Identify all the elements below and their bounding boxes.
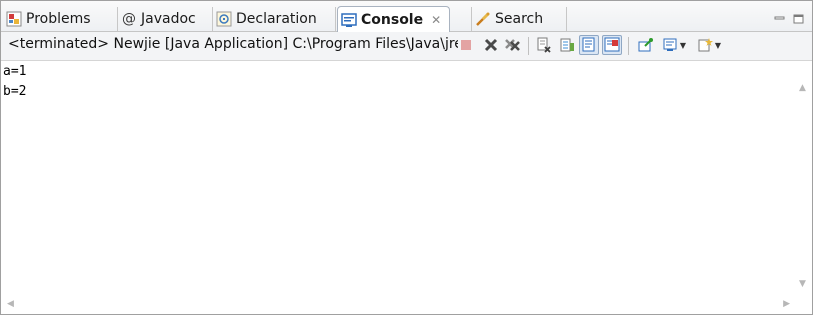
console-output[interactable]: a=1 b=2 bbox=[1, 61, 812, 293]
view-window-controls bbox=[774, 9, 804, 24]
open-console-button[interactable]: ▼ bbox=[694, 35, 724, 55]
console-view: Problems @ Javadoc Declaration Console ✕… bbox=[0, 0, 813, 315]
remove-all-icon bbox=[505, 39, 520, 51]
declaration-icon bbox=[216, 11, 232, 27]
pin-console-icon bbox=[638, 38, 653, 52]
stop-icon bbox=[461, 40, 471, 50]
clear-console-button[interactable] bbox=[534, 35, 554, 55]
remove-all-terminated-button[interactable] bbox=[503, 35, 523, 55]
vertical-scrollbar[interactable]: ▲ ▼ bbox=[795, 61, 812, 293]
word-wrap-button[interactable] bbox=[579, 35, 599, 55]
remove-launch-button[interactable] bbox=[481, 35, 501, 55]
toolbar-separator bbox=[528, 37, 529, 55]
scroll-right-icon[interactable]: ▶ bbox=[783, 299, 790, 309]
tab-label: Problems bbox=[26, 11, 91, 27]
display-console-icon bbox=[663, 38, 677, 51]
scroll-lock-button[interactable] bbox=[557, 35, 577, 55]
console-toolbar: <terminated> Newjie [Java Application] C… bbox=[1, 32, 812, 61]
scrollbar-corner bbox=[795, 294, 812, 314]
at-icon: @ bbox=[122, 11, 136, 27]
maximize-icon[interactable] bbox=[793, 9, 804, 24]
word-wrap-icon bbox=[582, 37, 595, 52]
console-icon bbox=[341, 12, 357, 28]
show-console-on-error-button[interactable] bbox=[602, 35, 622, 55]
tab-label: Javadoc bbox=[141, 11, 196, 27]
new-console-icon bbox=[698, 38, 713, 52]
close-icon[interactable]: ✕ bbox=[431, 13, 441, 27]
chevron-down-icon[interactable]: ▼ bbox=[680, 41, 686, 50]
problems-icon bbox=[6, 11, 22, 27]
remove-x-icon bbox=[484, 38, 498, 52]
search-icon bbox=[475, 11, 491, 27]
process-status-label: <terminated> Newjie [Java Application] C… bbox=[8, 36, 458, 52]
console-line: b=2 bbox=[3, 84, 27, 99]
scroll-down-icon[interactable]: ▼ bbox=[799, 279, 806, 289]
terminate-button[interactable] bbox=[456, 35, 476, 55]
scroll-up-icon[interactable]: ▲ bbox=[799, 83, 806, 93]
scroll-left-icon[interactable]: ◀ bbox=[7, 299, 14, 309]
pin-console-button[interactable] bbox=[636, 35, 656, 55]
display-selected-console-button[interactable]: ▼ bbox=[660, 35, 688, 55]
console-line: a=1 bbox=[3, 64, 27, 79]
tab-label: Console bbox=[361, 11, 424, 28]
tab-search[interactable]: Search bbox=[471, 7, 567, 31]
tab-label: Declaration bbox=[236, 11, 317, 27]
tab-label: Search bbox=[495, 11, 544, 27]
tab-console[interactable]: Console ✕ bbox=[337, 6, 450, 32]
view-tab-bar: Problems @ Javadoc Declaration Console ✕… bbox=[1, 1, 812, 32]
console-error-icon bbox=[604, 37, 620, 52]
horizontal-scrollbar[interactable]: ◀ ▶ bbox=[1, 294, 796, 314]
tab-declaration[interactable]: Declaration bbox=[213, 7, 336, 31]
chevron-down-icon[interactable]: ▼ bbox=[715, 41, 721, 50]
minimize-icon[interactable] bbox=[774, 9, 785, 20]
toolbar-separator bbox=[628, 37, 629, 55]
tab-javadoc[interactable]: @ Javadoc bbox=[118, 7, 213, 31]
tab-problems[interactable]: Problems bbox=[3, 7, 118, 31]
scroll-lock-icon bbox=[560, 38, 574, 52]
clear-console-icon bbox=[537, 37, 551, 53]
